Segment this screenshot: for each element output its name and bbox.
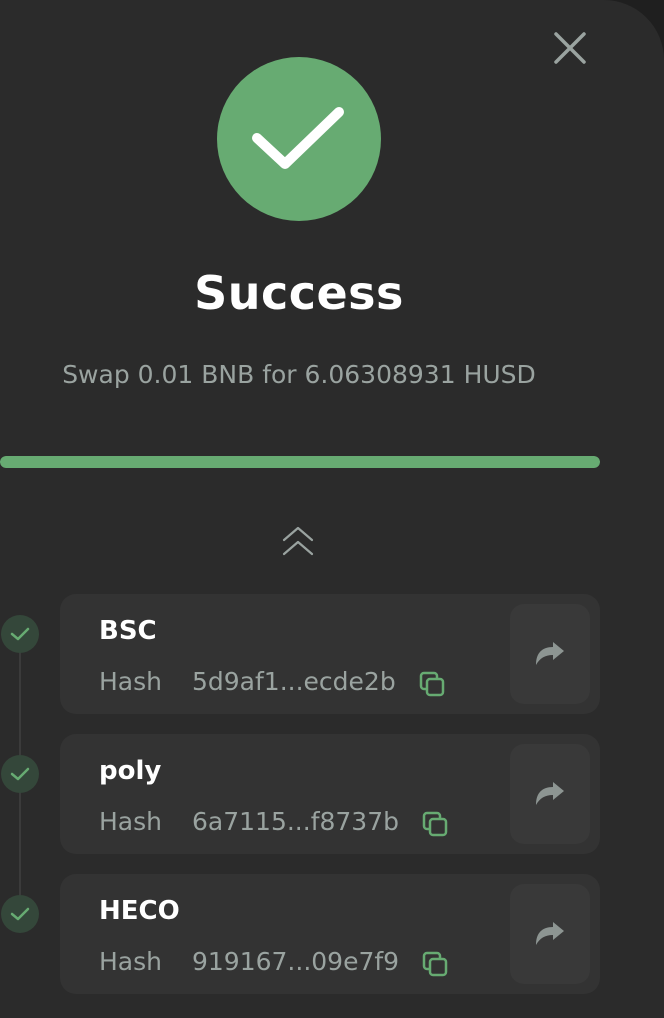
check-icon [252, 107, 344, 169]
step-card-poly: poly Hash 6a7115...f8737b [60, 734, 600, 854]
hash-row: Hash 5d9af1...ecde2b [99, 664, 446, 698]
chain-name: poly [99, 756, 162, 786]
progress-fill [0, 456, 600, 468]
step-status-icon [1, 895, 39, 933]
swap-summary: Swap 0.01 BNB for 6.06308931 HUSD [62, 360, 536, 389]
close-icon [554, 32, 586, 64]
chevrons-up-icon [282, 526, 314, 556]
success-modal: Success Swap 0.01 BNB for 6.06308931 HUS… [0, 0, 664, 1018]
hash-value: 919167...09e7f9 [192, 946, 400, 976]
share-arrow-icon [536, 922, 564, 945]
success-badge [217, 57, 381, 221]
hash-value: 5d9af1...ecde2b [192, 666, 396, 696]
copy-icon[interactable] [421, 810, 449, 838]
open-explorer-button[interactable] [510, 604, 590, 704]
close-button[interactable] [548, 26, 592, 70]
hash-row: Hash 919167...09e7f9 [99, 944, 449, 978]
hash-value: 6a7115...f8737b [192, 806, 399, 836]
copy-icon[interactable] [421, 950, 449, 978]
check-icon [10, 627, 30, 641]
check-icon [10, 907, 30, 921]
modal-title: Success [194, 266, 404, 320]
collapse-button[interactable] [278, 520, 318, 560]
step-status-icon [1, 755, 39, 793]
hash-row: Hash 6a7115...f8737b [99, 804, 449, 838]
progress-bar [0, 456, 600, 468]
share-arrow-icon [536, 782, 564, 805]
hash-label: Hash [99, 946, 162, 976]
check-icon [10, 767, 30, 781]
hash-label: Hash [99, 806, 162, 836]
step-card-heco: HECO Hash 919167...09e7f9 [60, 874, 600, 994]
chain-name: BSC [99, 616, 157, 646]
open-explorer-button[interactable] [510, 744, 590, 844]
hash-label: Hash [99, 666, 162, 696]
share-arrow-icon [536, 642, 564, 665]
copy-icon[interactable] [418, 670, 446, 698]
step-status-icon [1, 615, 39, 653]
chain-name: HECO [99, 896, 180, 926]
open-explorer-button[interactable] [510, 884, 590, 984]
step-card-bsc: BSC Hash 5d9af1...ecde2b [60, 594, 600, 714]
